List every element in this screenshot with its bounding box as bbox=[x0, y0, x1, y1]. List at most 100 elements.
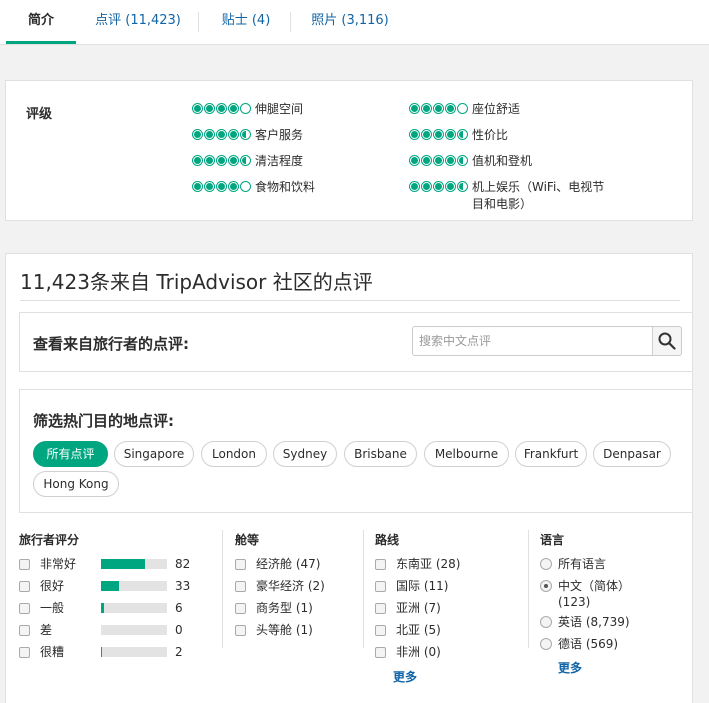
checkbox[interactable] bbox=[375, 624, 386, 636]
rating-bar-fill bbox=[101, 581, 119, 591]
rating-item: 座位舒适 bbox=[409, 101, 520, 118]
tab-tips[interactable]: 贴士 (4) bbox=[212, 0, 280, 44]
traveler-rating-option[interactable]: 很糟 bbox=[19, 644, 64, 660]
rating-bar bbox=[101, 559, 167, 569]
chip-all-reviews[interactable]: 所有点评 bbox=[33, 441, 108, 467]
chip-melbourne[interactable]: Melbourne bbox=[424, 441, 509, 467]
rating-bubbles-icon bbox=[409, 103, 468, 114]
checkbox[interactable] bbox=[19, 558, 30, 570]
radio-button[interactable] bbox=[540, 558, 552, 570]
rating-item-label: 性价比 bbox=[472, 128, 509, 142]
rating-bubble-icon bbox=[433, 155, 444, 166]
tab-divider bbox=[198, 12, 199, 32]
chip-frankfurt[interactable]: Frankfurt bbox=[515, 441, 587, 467]
search-title: 查看来自旅行者的点评: bbox=[33, 335, 189, 353]
tab-reviews[interactable]: 点评 (11,423) bbox=[90, 0, 186, 44]
cabin-title: 舱等 bbox=[235, 533, 260, 547]
checkbox[interactable] bbox=[19, 624, 30, 636]
checkbox[interactable] bbox=[19, 602, 30, 614]
radio-button[interactable] bbox=[540, 580, 552, 592]
language-option-label: 所有语言 bbox=[558, 557, 607, 571]
cabin-option[interactable]: 头等舱 (1) bbox=[235, 622, 313, 638]
route-option[interactable]: 非洲 (0) bbox=[375, 644, 441, 660]
checkbox[interactable] bbox=[375, 646, 386, 658]
language-option[interactable]: 德语 (569) bbox=[540, 636, 618, 652]
route-option[interactable]: 国际 (11) bbox=[375, 578, 448, 594]
route-title: 路线 bbox=[375, 533, 400, 547]
chip-singapore[interactable]: Singapore bbox=[114, 441, 194, 467]
rating-bubble-icon bbox=[421, 181, 432, 192]
rating-count: 2 bbox=[175, 645, 183, 659]
rating-item: 伸腿空间 bbox=[192, 101, 303, 118]
rating-count: 82 bbox=[175, 557, 191, 571]
rating-item-label: 食物和饮料 bbox=[255, 180, 316, 194]
checkbox[interactable] bbox=[375, 580, 386, 592]
reviews-title: 11,423条来自 TripAdvisor 社区的点评 bbox=[20, 270, 373, 294]
language-option[interactable]: 所有语言 bbox=[540, 556, 606, 572]
radio-button[interactable] bbox=[540, 616, 552, 628]
checkbox[interactable] bbox=[375, 558, 386, 570]
checkbox[interactable] bbox=[235, 602, 246, 614]
rating-bar bbox=[101, 647, 167, 657]
rating-count: 0 bbox=[175, 623, 183, 637]
checkbox[interactable] bbox=[19, 580, 30, 592]
ratings-panel: 评级 伸腿空间 客户服务 清洁程度 食物和饮料 座位舒适 性价比 值机和登机 机上娱乐（WiF… bbox=[5, 80, 693, 221]
rating-bubble-icon bbox=[445, 155, 456, 166]
traveler-rating-option[interactable]: 很好 bbox=[19, 578, 64, 594]
chip-denpasar[interactable]: Denpasar bbox=[593, 441, 671, 467]
route-option[interactable]: 东南亚 (28) bbox=[375, 556, 460, 572]
rating-bubbles-icon bbox=[192, 129, 251, 140]
rating-bubbles-icon bbox=[409, 181, 468, 192]
chip-brisbane[interactable]: Brisbane bbox=[344, 441, 417, 467]
rating-item-label: 伸腿空间 bbox=[255, 102, 304, 116]
cabin-option[interactable]: 商务型 (1) bbox=[235, 600, 313, 616]
language-more-link[interactable]: 更多 bbox=[558, 659, 582, 676]
checkbox[interactable] bbox=[235, 580, 246, 592]
route-more-link[interactable]: 更多 bbox=[393, 668, 417, 685]
rating-bar bbox=[101, 581, 167, 591]
rating-item: 食物和饮料 bbox=[192, 179, 315, 196]
cabin-option[interactable]: 豪华经济 (2) bbox=[235, 578, 325, 594]
checkbox[interactable] bbox=[19, 646, 30, 658]
title-divider bbox=[20, 300, 680, 301]
route-option[interactable]: 亚洲 (7) bbox=[375, 600, 441, 616]
rating-bubble-icon bbox=[240, 129, 251, 140]
cabin-option[interactable]: 经济舱 (47) bbox=[235, 556, 320, 572]
rating-bubble-icon bbox=[433, 181, 444, 192]
language-option[interactable]: 中文（简体）(123) bbox=[540, 578, 650, 610]
route-option-label: 国际 (11) bbox=[396, 579, 449, 593]
search-button[interactable] bbox=[652, 326, 682, 356]
traveler-rating-option[interactable]: 差 bbox=[19, 622, 52, 638]
ratings-title: 评级 bbox=[26, 107, 53, 122]
language-option[interactable]: 英语 (8,739) bbox=[540, 614, 630, 630]
column-divider bbox=[222, 530, 223, 648]
rating-item-label: 清洁程度 bbox=[255, 154, 304, 168]
checkbox[interactable] bbox=[235, 558, 246, 570]
rating-bubble-icon bbox=[228, 103, 239, 114]
destination-filter-box: 筛选热门目的地点评: 所有点评 Singapore London Sydney … bbox=[19, 389, 693, 513]
rating-bubble-icon bbox=[421, 155, 432, 166]
column-divider bbox=[528, 530, 529, 648]
rating-bar-fill bbox=[101, 559, 146, 569]
chip-sydney[interactable]: Sydney bbox=[273, 441, 337, 467]
traveler-rating-option[interactable]: 一般 bbox=[19, 600, 64, 616]
rating-bubble-icon bbox=[409, 103, 420, 114]
rating-bubble-icon bbox=[409, 155, 420, 166]
chip-london[interactable]: London bbox=[201, 441, 267, 467]
review-search-input[interactable] bbox=[412, 326, 652, 356]
rating-bubble-icon bbox=[192, 155, 203, 166]
tab-overview[interactable]: 简介 bbox=[6, 0, 76, 44]
chip-hong-kong[interactable]: Hong Kong bbox=[33, 471, 119, 497]
rating-bubble-icon bbox=[409, 129, 420, 140]
rating-item-label: 机上娱乐（WiFi、电视节目和电影） bbox=[472, 180, 605, 211]
route-option[interactable]: 北亚 (5) bbox=[375, 622, 441, 638]
radio-button[interactable] bbox=[540, 638, 552, 650]
traveler-rating-label: 非常好 bbox=[40, 557, 77, 571]
checkbox[interactable] bbox=[235, 624, 246, 636]
traveler-rating-label: 很好 bbox=[40, 579, 65, 593]
tab-photos[interactable]: 照片 (3,116) bbox=[304, 0, 396, 44]
traveler-rating-option[interactable]: 非常好 bbox=[19, 556, 76, 572]
route-option-label: 北亚 (5) bbox=[396, 623, 441, 637]
checkbox[interactable] bbox=[375, 602, 386, 614]
rating-count: 33 bbox=[175, 579, 191, 593]
